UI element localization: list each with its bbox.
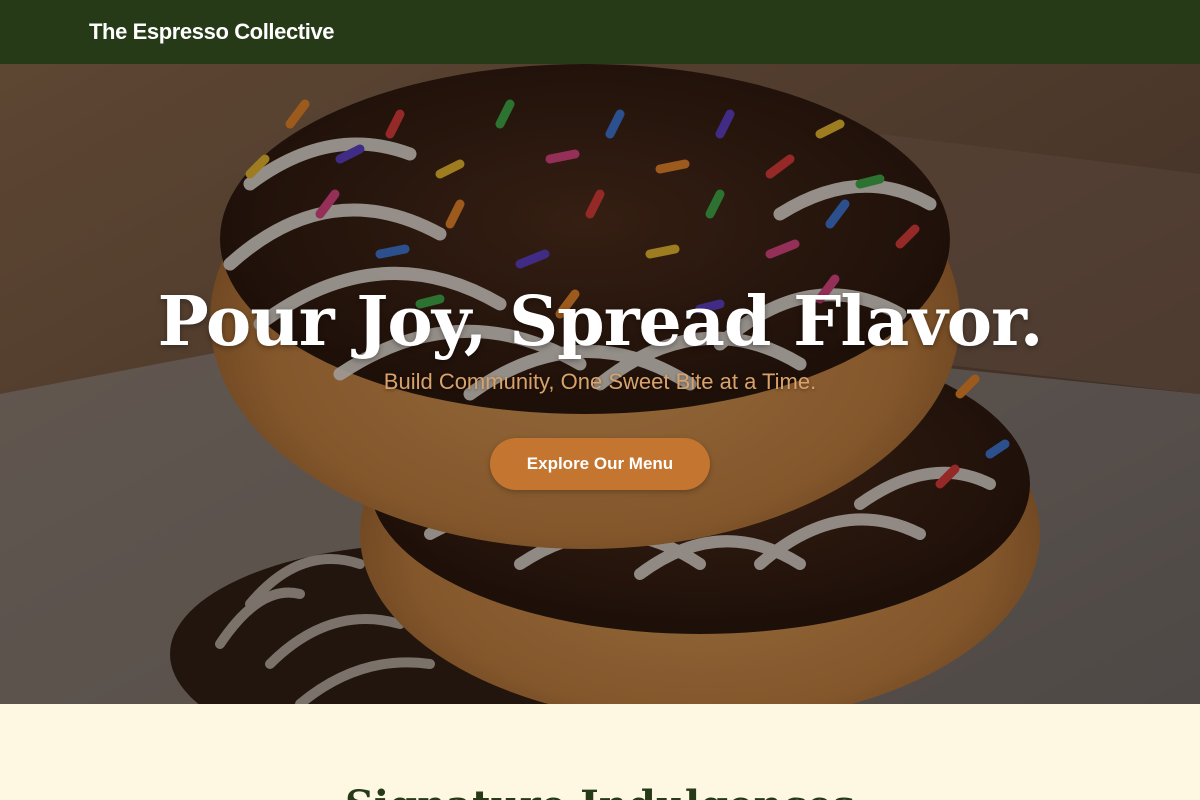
explore-menu-button[interactable]: Explore Our Menu	[490, 438, 710, 490]
site-header: The Espresso Collective	[0, 0, 1200, 64]
hero-content: Pour Joy, Spread Flavor. Build Community…	[0, 64, 1200, 704]
hero-subtitle: Build Community, One Sweet Bite at a Tim…	[383, 369, 817, 394]
hero-title: Pour Joy, Spread Flavor.	[157, 282, 1044, 362]
brand-logo-link[interactable]: The Espresso Collective	[89, 19, 335, 45]
section-heading: Signature Indulgences	[0, 782, 1200, 800]
signature-section: Signature Indulgences	[0, 704, 1200, 800]
hero-section: Pour Joy, Spread Flavor. Build Community…	[0, 64, 1200, 704]
